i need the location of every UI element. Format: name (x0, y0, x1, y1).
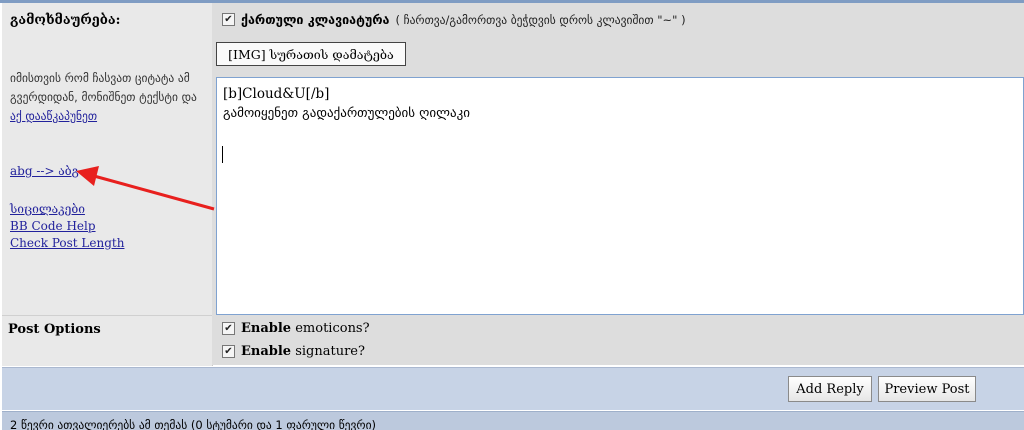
emoticons-label: Enable emoticons? (241, 321, 370, 336)
post-options-label-cell: Post Options (2, 315, 213, 366)
check-post-length-link[interactable]: Check Post Length (10, 236, 124, 250)
editor-line-1: [b]Cloud&U[/b] (223, 86, 330, 102)
quote-click-here-link[interactable]: აქ დააწკაპუნეთ (10, 109, 97, 123)
signature-label: Enable signature? (241, 344, 365, 359)
emoticons-checkbox[interactable]: ✔ (222, 322, 235, 335)
signature-checkbox[interactable]: ✔ (222, 345, 235, 358)
post-options-cell: ✔ Enable emoticons? ✔ Enable signature? (212, 315, 1024, 365)
text-caret (222, 146, 223, 163)
submit-bar: Add Reply Preview Post (2, 367, 1024, 410)
georgian-keyboard-checkbox[interactable]: ✔ (222, 13, 235, 26)
enable-emoticons-option[interactable]: ✔ Enable emoticons? (222, 321, 370, 336)
helper-links: abg --> აბგ სიცილაკები BB Code Help Chec… (10, 163, 124, 252)
add-image-button[interactable]: [IMG] სურათის დამატება (216, 42, 406, 66)
links-spacer (10, 180, 124, 197)
left-panel: გამოხმაურება: იმისთვის რომ ჩასვათ ციტატა… (2, 3, 213, 365)
preview-post-button[interactable]: Preview Post (878, 376, 976, 402)
translit-link[interactable]: abg --> აბგ (10, 164, 79, 178)
georgian-keyboard-row: ✔ ქართული კლავიატურა ( ჩართვა/გამორთვა ბ… (222, 12, 686, 27)
message-textarea[interactable]: [b]Cloud&U[/b] გამოიყენეთ გადაქართულების… (216, 77, 1024, 315)
viewers-status-bar: 2 წევრი ათვალიერებს ამ თემას (0 სტუმარი … (2, 411, 1024, 430)
reply-section-title: გამოხმაურება: (10, 13, 121, 28)
quote-hint-text: იმისთვის რომ ჩასვათ ციტატა ამ გვერდიდან,… (10, 71, 197, 104)
post-options-title: Post Options (8, 322, 101, 337)
keyboard-toggle-note: ( ჩართვა/გამორთვა ბეჭდვის დროს კლავიშით … (395, 12, 686, 27)
bbcode-help-link[interactable]: BB Code Help (10, 219, 96, 233)
quote-hint: იმისთვის რომ ჩასვათ ციტატა ამ გვერდიდან,… (10, 69, 206, 126)
smilies-link[interactable]: სიცილაკები (10, 202, 85, 216)
add-reply-button[interactable]: Add Reply (788, 376, 872, 402)
enable-signature-option[interactable]: ✔ Enable signature? (222, 344, 365, 359)
editor-line-2: გამოიყენეთ გადაქართულების ღილაკი (223, 106, 470, 121)
georgian-keyboard-label: ქართული კლავიატურა (241, 12, 390, 27)
